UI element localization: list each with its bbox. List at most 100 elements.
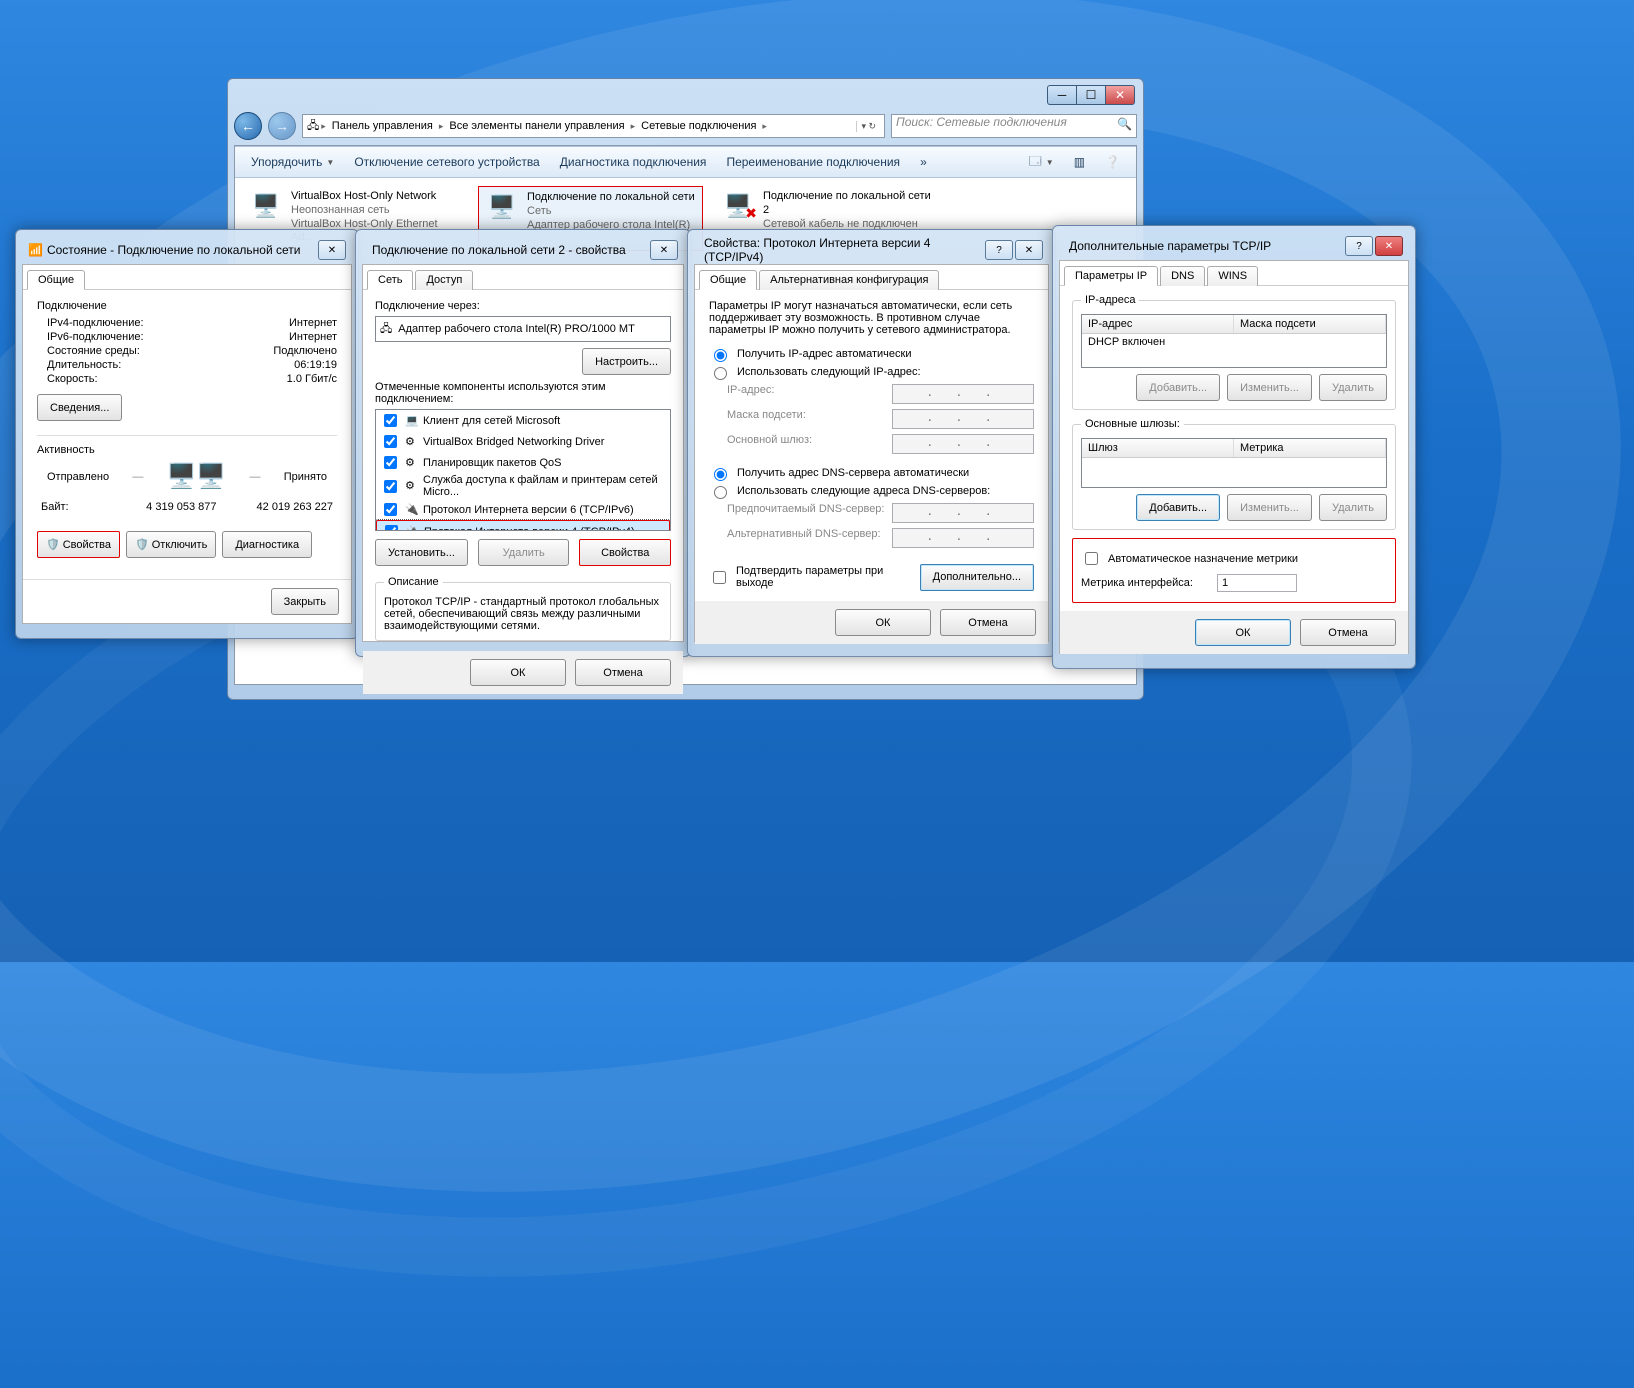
use-dns-manual-radio[interactable] xyxy=(714,486,727,499)
delete-ip-button[interactable]: Удалить xyxy=(1319,374,1387,401)
close-button[interactable]: ✕ xyxy=(650,240,678,260)
tab-network[interactable]: Сеть xyxy=(367,270,413,290)
col-mask: Маска подсети xyxy=(1234,315,1386,333)
overflow-button[interactable]: » xyxy=(912,151,935,173)
component-checkbox[interactable] xyxy=(384,503,397,516)
advanced-button[interactable]: Дополнительно... xyxy=(920,564,1034,591)
shield-icon: 🛡️ xyxy=(46,538,60,551)
tab-dns[interactable]: DNS xyxy=(1160,266,1205,286)
components-label: Отмеченные компоненты используются этим … xyxy=(375,381,671,405)
obtain-dns-auto-radio[interactable] xyxy=(714,468,727,481)
group-activity-label: Активность xyxy=(37,444,337,456)
use-ip-manual-radio[interactable] xyxy=(714,367,727,380)
crumb-control-panel[interactable]: Панель управления xyxy=(328,118,437,134)
organize-button[interactable]: Упорядочить▼ xyxy=(243,151,342,173)
view-options-icon[interactable]: 🗔 ▼ xyxy=(1021,148,1062,177)
breadcrumb[interactable]: 🖧 ▸ Панель управления ▸ Все элементы пан… xyxy=(302,114,885,138)
diagnose-button[interactable]: Диагностика подключения xyxy=(552,151,715,173)
components-listbox[interactable]: 💻Клиент для сетей Microsoft ⚙VirtualBox … xyxy=(375,409,671,531)
auto-metric-checkbox[interactable] xyxy=(1085,552,1098,565)
gateways-grid[interactable]: ШлюзМетрика xyxy=(1081,438,1387,488)
uninstall-button[interactable]: Удалить xyxy=(478,539,570,566)
col-metric: Метрика xyxy=(1234,439,1386,457)
nav-forward-button[interactable]: → xyxy=(268,112,296,140)
component-item[interactable]: 💻Клиент для сетей Microsoft xyxy=(376,410,670,431)
help-button[interactable]: ? xyxy=(1345,236,1373,256)
add-ip-button[interactable]: Добавить... xyxy=(1136,374,1220,401)
use-dns-manual-label: Использовать следующие адреса DNS-сервер… xyxy=(737,485,990,497)
validate-on-exit-checkbox[interactable] xyxy=(713,571,726,584)
component-item[interactable]: 🔌Протокол Интернета версии 6 (TCP/IPv6) xyxy=(376,499,670,520)
disable-button[interactable]: 🛡️Отключить xyxy=(126,531,216,558)
tab-general[interactable]: Общие xyxy=(699,270,757,290)
tab-ip-settings[interactable]: Параметры IP xyxy=(1064,266,1158,286)
edit-gateway-button[interactable]: Изменить... xyxy=(1227,494,1312,521)
refresh-icon[interactable]: ▾ ↻ xyxy=(856,121,880,132)
minimize-button[interactable]: ─ xyxy=(1047,85,1076,105)
auto-metric-checkbox-row[interactable]: Автоматическое назначение метрики xyxy=(1081,549,1387,568)
adapter-properties-dialog: Подключение по локальной сети 2 - свойст… xyxy=(355,229,691,657)
configure-button[interactable]: Настроить... xyxy=(582,348,671,375)
obtain-ip-auto-radio[interactable] xyxy=(714,349,727,362)
description-label: Описание xyxy=(384,576,443,588)
validate-on-exit-checkbox-row[interactable]: Подтвердить параметры при выходе xyxy=(709,565,920,589)
ok-button[interactable]: ОК xyxy=(835,609,931,636)
ok-button[interactable]: ОК xyxy=(1195,619,1291,646)
close-button[interactable]: ✕ xyxy=(318,240,346,260)
connection-item-lan2[interactable]: 🖥️✖ Подключение по локальной сети 2 Сете… xyxy=(715,186,938,235)
ipv4-value: Интернет xyxy=(289,317,337,329)
preview-pane-icon[interactable]: ▥ xyxy=(1066,151,1093,173)
duration-label: Длительность: xyxy=(47,359,121,371)
component-checkbox[interactable] xyxy=(384,456,397,469)
maximize-button[interactable]: ☐ xyxy=(1076,85,1105,105)
tab-access[interactable]: Доступ xyxy=(415,270,473,290)
delete-gateway-button[interactable]: Удалить xyxy=(1319,494,1387,521)
tab-wins[interactable]: WINS xyxy=(1207,266,1258,286)
details-button[interactable]: Сведения... xyxy=(37,394,122,421)
cancel-button[interactable]: Отмена xyxy=(940,609,1036,636)
disable-device-button[interactable]: Отключение сетевого устройства xyxy=(346,151,547,173)
tab-general[interactable]: Общие xyxy=(27,270,85,290)
component-item[interactable]: ⚙Служба доступа к файлам и принтерам сет… xyxy=(376,473,670,499)
preferred-dns-label: Предпочитаемый DNS-сервер: xyxy=(727,503,884,523)
tab-alternate[interactable]: Альтернативная конфигурация xyxy=(759,270,939,290)
help-button[interactable]: ? xyxy=(985,240,1013,260)
cancel-button[interactable]: Отмена xyxy=(1300,619,1396,646)
ok-button[interactable]: ОК xyxy=(470,659,566,686)
component-item-ipv4-selected[interactable]: 🔌Протокол Интернета версии 4 (TCP/IPv4) xyxy=(376,520,670,531)
help-icon[interactable]: ❔ xyxy=(1097,151,1128,173)
component-item[interactable]: ⚙VirtualBox Bridged Networking Driver xyxy=(376,431,670,452)
ip-addresses-grid[interactable]: IP-адресМаска подсети DHCP включен xyxy=(1081,314,1387,368)
interface-metric-label: Метрика интерфейса: xyxy=(1081,577,1211,589)
cancel-button[interactable]: Отмена xyxy=(575,659,671,686)
use-ip-manual-label: Использовать следующий IP-адрес: xyxy=(737,366,921,378)
crumb-network-connections[interactable]: Сетевые подключения xyxy=(637,118,760,134)
add-gateway-button[interactable]: Добавить... xyxy=(1136,494,1220,521)
crumb-all-items[interactable]: Все элементы панели управления xyxy=(445,118,628,134)
component-checkbox[interactable] xyxy=(384,480,397,493)
diagnose-button[interactable]: Диагностика xyxy=(222,531,312,558)
speed-value: 1.0 Гбит/с xyxy=(287,373,337,385)
rename-button[interactable]: Переименование подключения xyxy=(718,151,908,173)
edit-ip-button[interactable]: Изменить... xyxy=(1227,374,1312,401)
component-checkbox[interactable] xyxy=(384,414,397,427)
interface-metric-input[interactable] xyxy=(1217,574,1297,592)
received-label: Принято xyxy=(284,471,327,483)
component-properties-button[interactable]: Свойства xyxy=(579,539,671,566)
nav-back-button[interactable]: ← xyxy=(234,112,262,140)
component-item[interactable]: ⚙Планировщик пакетов QoS xyxy=(376,452,670,473)
install-button[interactable]: Установить... xyxy=(375,539,468,566)
component-checkbox[interactable] xyxy=(384,435,397,448)
connect-via-label: Подключение через: xyxy=(375,300,671,312)
ip-address-input: . . . xyxy=(892,384,1034,404)
search-input[interactable]: Поиск: Сетевые подключения xyxy=(891,114,1137,138)
close-dialog-button[interactable]: Закрыть xyxy=(271,588,339,615)
network-adapter-icon: 🖥️ xyxy=(483,191,521,223)
close-button[interactable]: ✕ xyxy=(1015,240,1043,260)
properties-button[interactable]: 🛡️Свойства xyxy=(37,531,120,558)
close-button[interactable]: ✕ xyxy=(1375,236,1403,256)
component-checkbox[interactable] xyxy=(385,525,398,531)
close-button[interactable]: ✕ xyxy=(1105,85,1135,105)
ipv6-value: Интернет xyxy=(289,331,337,343)
speed-label: Скорость: xyxy=(47,373,98,385)
